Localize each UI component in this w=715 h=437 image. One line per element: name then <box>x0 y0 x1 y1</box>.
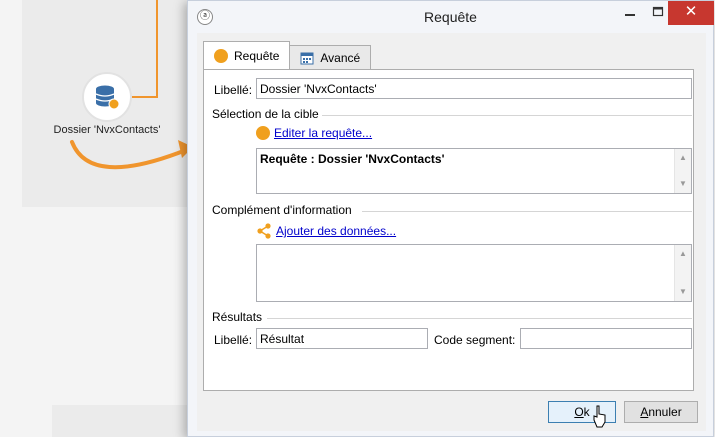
scroll-up-icon[interactable]: ▲ <box>675 151 691 165</box>
close-button[interactable]: ✕ <box>668 1 714 25</box>
share-nodes-icon <box>257 223 271 239</box>
vertical-scrollbar[interactable]: ▲ ▼ <box>674 245 691 301</box>
code-segment-label: Code segment: <box>434 333 516 347</box>
resultat-libelle-label: Libellé: <box>214 333 253 347</box>
vertical-scrollbar[interactable]: ▲ ▼ <box>674 149 691 193</box>
query-text: Requête : Dossier 'NvxContacts' <box>260 152 445 166</box>
tab-panel-requete: Libellé: Sélection de la cible Editer la… <box>203 69 694 391</box>
calendar-icon <box>300 52 314 64</box>
section-divider <box>362 211 692 212</box>
query-dialog: ⓐ Requête ✕ Requête Avancé Libellé: Doss… <box>187 0 714 437</box>
scroll-down-icon[interactable]: ▼ <box>675 177 691 191</box>
tab-label: Avancé <box>320 50 361 65</box>
cancel-rest: nnuler <box>648 405 682 419</box>
node-label: Dossier 'NvxContacts' <box>53 124 161 136</box>
edit-query-link[interactable]: Editer la requête... <box>274 126 372 140</box>
ok-accel: O <box>574 405 584 419</box>
resultat-libelle-input[interactable] <box>256 328 428 349</box>
tab-requete[interactable]: Requête <box>203 41 291 69</box>
orange-circle-icon <box>256 126 270 140</box>
tab-bar: Requête Avancé <box>203 41 372 69</box>
dialog-client: Requête Avancé Libellé: Sélection de la … <box>197 33 706 431</box>
workflow-connector <box>130 0 158 98</box>
additional-info-area[interactable]: ▲ ▼ <box>256 244 692 302</box>
code-segment-input[interactable] <box>520 328 692 349</box>
scroll-up-icon[interactable]: ▲ <box>675 247 691 261</box>
section-title-complement: Complément d'information <box>212 203 352 217</box>
mouse-pointer-icon <box>593 405 606 428</box>
titlebar: ⓐ Requête ✕ <box>188 1 714 33</box>
ok-rest: k <box>583 405 590 419</box>
section-title-resultats: Résultats <box>212 310 263 324</box>
libelle-label: Libellé: <box>214 83 253 97</box>
cancel-button[interactable]: Annuler <box>624 401 698 423</box>
close-icon: ✕ <box>684 3 698 20</box>
scroll-down-icon[interactable]: ▼ <box>675 285 691 299</box>
minimize-button[interactable] <box>616 1 644 25</box>
section-divider <box>322 115 692 116</box>
database-query-icon <box>95 85 120 110</box>
edit-query-row: Editer la requête... <box>256 126 372 140</box>
add-data-row: Ajouter des données... <box>256 223 396 239</box>
add-data-link[interactable]: Ajouter des données... <box>276 224 396 238</box>
query-text-area[interactable]: Requête : Dossier 'NvxContacts' ▲ ▼ <box>256 148 692 194</box>
libelle-input[interactable] <box>256 78 692 99</box>
tab-label: Requête <box>234 48 280 63</box>
orange-circle-icon <box>214 48 228 63</box>
workflow-canvas-lower <box>52 405 202 437</box>
query-node-icon[interactable] <box>82 72 132 122</box>
minimize-icon <box>625 14 635 16</box>
section-divider <box>267 318 692 319</box>
tab-avance[interactable]: Avancé <box>289 45 372 69</box>
section-title-cible: Sélection de la cible <box>212 107 319 121</box>
